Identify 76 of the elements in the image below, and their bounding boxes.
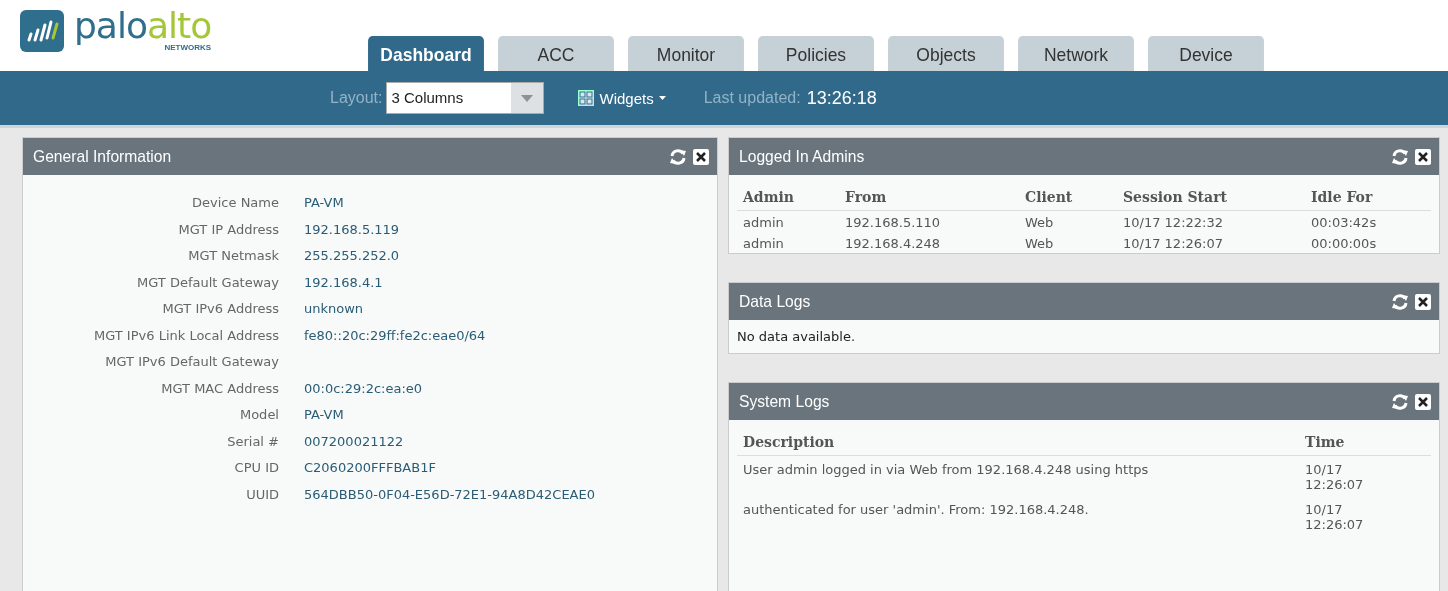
column-header: Description bbox=[743, 434, 835, 450]
nav-tab[interactable]: Monitor bbox=[628, 36, 744, 71]
table-cell: User admin logged in via Web from 192.168.4.248 using https bbox=[743, 462, 1149, 477]
table-cell: 10/17 12:26:07 bbox=[1123, 236, 1223, 251]
last-updated-time: 13:26:18 bbox=[806, 87, 877, 109]
table-cell: 192.168.4.248 bbox=[845, 236, 941, 251]
field-label: Serial # bbox=[227, 433, 279, 449]
column-header: From bbox=[845, 189, 887, 205]
field-label: MGT IPv6 Link Local Address bbox=[93, 327, 279, 343]
column-header: Client bbox=[1025, 189, 1073, 205]
widgets-button[interactable]: Widgets bbox=[578, 89, 666, 107]
field-label: CPU ID bbox=[234, 460, 279, 475]
field-value: 007200021122 bbox=[304, 433, 404, 449]
nav-tab[interactable]: Dashboard bbox=[368, 36, 484, 71]
field-label: MGT IPv6 Default Gateway bbox=[105, 354, 279, 369]
table-cell: admin bbox=[743, 215, 784, 230]
grid-icon bbox=[578, 90, 595, 106]
logo-text: palo bbox=[74, 5, 147, 46]
field-label: MGT IPv6 Address bbox=[162, 301, 279, 316]
panel-title: General Information bbox=[33, 146, 172, 167]
empty-message: No data available. bbox=[737, 329, 856, 344]
field-value: 255.255.252.0 bbox=[304, 248, 400, 263]
nav-tab[interactable]: Device bbox=[1148, 36, 1264, 71]
logo-icon bbox=[20, 10, 64, 52]
field-label: MGT Default Gateway bbox=[137, 274, 279, 290]
field-value: PA-VM bbox=[304, 195, 344, 210]
table-cell: Web bbox=[1025, 236, 1054, 251]
table-cell: Web bbox=[1025, 215, 1054, 230]
close-icon[interactable] bbox=[1415, 148, 1431, 165]
close-icon[interactable] bbox=[1415, 393, 1431, 410]
nav-tab[interactable]: Objects bbox=[888, 36, 1004, 71]
nav-tab[interactable]: Policies bbox=[758, 36, 874, 71]
table-cell: 192.168.5.110 bbox=[845, 215, 941, 230]
field-label: MGT IP Address bbox=[178, 221, 279, 237]
refresh-icon[interactable] bbox=[1391, 393, 1409, 410]
refresh-icon[interactable] bbox=[1391, 293, 1409, 310]
caret-icon bbox=[521, 94, 534, 102]
field-value: 00:0c:29:2c:ea:e0 bbox=[304, 380, 423, 396]
field-value: C2060200FFFBAB1F bbox=[304, 460, 436, 475]
refresh-icon[interactable] bbox=[669, 148, 687, 165]
close-icon[interactable] bbox=[1415, 293, 1431, 310]
logo-text: alto bbox=[146, 5, 212, 46]
panel-title: Data Logs bbox=[739, 291, 811, 312]
table-cell-text: 10/17 12:26:07 bbox=[1305, 502, 1365, 532]
layout-label: Layout: bbox=[330, 89, 383, 107]
table-cell: 00:00:00s bbox=[1311, 236, 1377, 251]
field-label: Model bbox=[239, 407, 279, 422]
field-value: fe80::20c:29ff:fe2c:eae0/64 bbox=[304, 327, 486, 343]
table-cell-text: 10/17 12:26:07 bbox=[1305, 462, 1365, 492]
field-value: unknown bbox=[304, 301, 364, 316]
table-cell: 10/17 12:22:32 bbox=[1123, 215, 1223, 230]
table-cell: admin bbox=[743, 236, 784, 251]
nav-tab[interactable]: ACC bbox=[498, 36, 614, 71]
field-label: MGT Netmask bbox=[188, 248, 279, 263]
field-label: UUID bbox=[246, 486, 279, 502]
field-label: Device Name bbox=[192, 195, 279, 210]
column-header: Admin bbox=[743, 189, 794, 205]
field-value: 564DBB50-0F04-E56D-72E1-94A8D42CEAE0 bbox=[304, 486, 595, 502]
table-cell: 00:03:42s bbox=[1311, 215, 1377, 230]
field-value: 192.168.4.1 bbox=[304, 274, 383, 290]
logo-subtitle: NETWORKS bbox=[164, 43, 212, 52]
panel-title: System Logs bbox=[739, 391, 830, 412]
field-label: MGT MAC Address bbox=[161, 380, 279, 396]
last-updated-label: Last updated: bbox=[703, 89, 801, 107]
column-header: Idle For bbox=[1311, 189, 1373, 205]
field-value: PA-VM bbox=[304, 407, 344, 422]
refresh-icon[interactable] bbox=[1391, 148, 1409, 165]
field-value: 192.168.5.119 bbox=[304, 221, 400, 237]
close-icon[interactable] bbox=[693, 148, 709, 165]
caret-icon bbox=[658, 96, 666, 100]
layout-dropdown[interactable]: 3 Columns bbox=[386, 82, 545, 114]
nav-tab[interactable]: Network bbox=[1018, 36, 1134, 71]
column-header: Time bbox=[1305, 434, 1345, 450]
column-header: Session Start bbox=[1123, 189, 1227, 205]
panel-title: Logged In Admins bbox=[739, 146, 865, 167]
table-cell: authenticated for user 'admin'. From: 192.168.4.248. bbox=[743, 502, 1089, 517]
